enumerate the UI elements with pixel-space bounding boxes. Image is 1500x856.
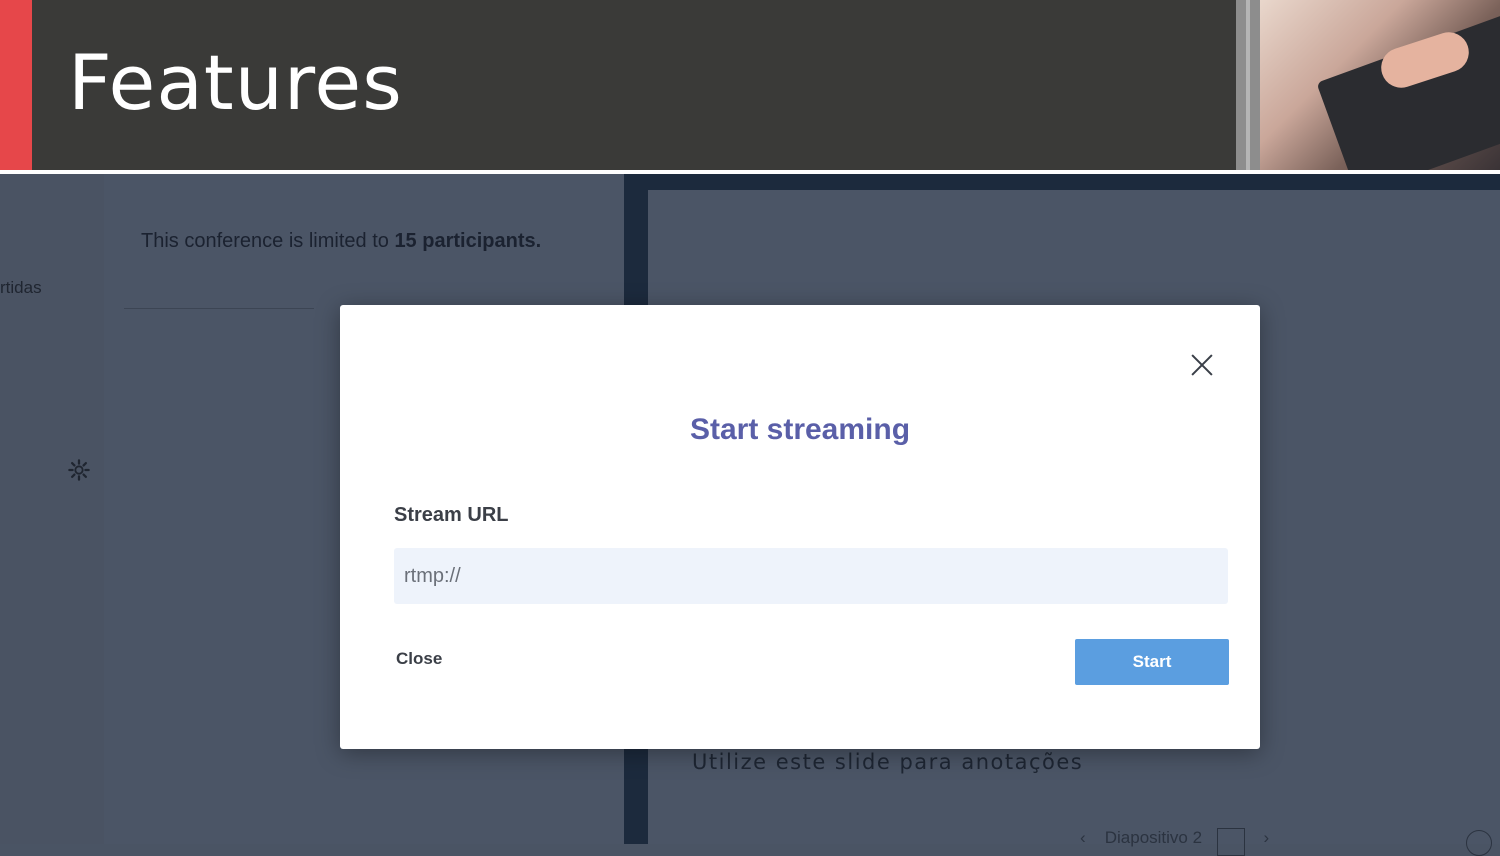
participant-limit-text: This conference is limited to (141, 230, 395, 252)
stream-url-label: Stream URL (394, 504, 509, 526)
slide-header: Features (0, 0, 1500, 170)
chevron-right-icon[interactable]: › (1264, 828, 1284, 848)
sidebar-partial-label[interactable]: rtidas (0, 278, 42, 298)
close-icon[interactable] (1186, 349, 1218, 381)
gear-icon[interactable] (68, 459, 90, 481)
circle-button-icon[interactable] (1466, 830, 1492, 856)
header-divider (1236, 0, 1260, 170)
laptop-image-part (1316, 4, 1500, 170)
left-rail (0, 174, 104, 844)
start-button[interactable]: Start (1075, 639, 1229, 685)
stream-url-input[interactable] (394, 548, 1228, 604)
participant-limit-count: 15 participants. (394, 230, 542, 252)
sidebar-divider (124, 308, 314, 309)
close-button[interactable]: Close (396, 649, 442, 669)
slide-notes-text[interactable]: Utilize este slide para anotações (692, 750, 1083, 774)
accent-bar (0, 0, 32, 170)
slide-pager: ‹ Diapositivo 2 › (1080, 828, 1284, 856)
slide-title: Features (68, 38, 403, 127)
participant-limit-note: This conference is limited to 15 partici… (141, 230, 541, 253)
chevron-left-icon[interactable]: ‹ (1080, 828, 1100, 848)
laptop-photo (1260, 0, 1500, 170)
pager-dropdown[interactable] (1216, 828, 1245, 856)
dialog-title: Start streaming (689, 413, 911, 446)
pager-label: Diapositivo 2 (1104, 828, 1203, 847)
start-streaming-dialog: Start streaming Stream URL Close Start (340, 305, 1260, 749)
